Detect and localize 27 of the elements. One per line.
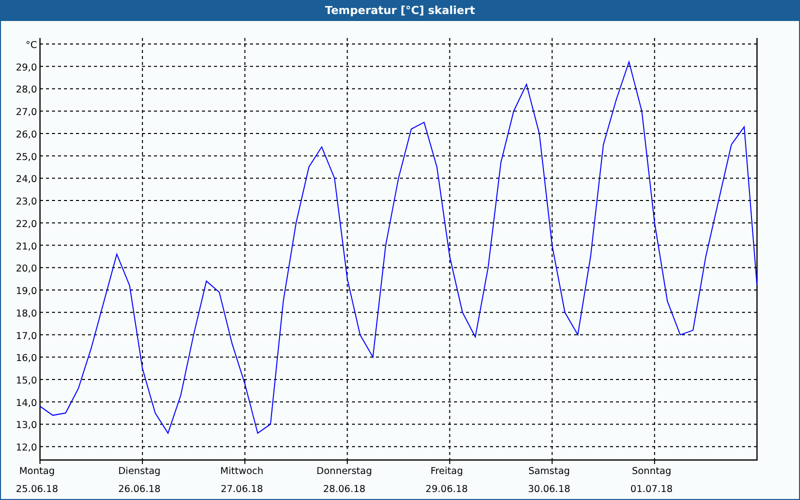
y-tick-label: 18,0 (16, 308, 37, 320)
x-tick-label: Samstag 30.06.18 (528, 466, 570, 495)
x-tick-label: Freitag 29.06.18 (426, 466, 468, 495)
y-tick-label: 17,0 (16, 330, 37, 342)
chart-title: Temperatur [°C] skaliert (325, 4, 475, 17)
x-tick-label: Montag 25.06.18 (16, 466, 58, 495)
y-tick-label: 25,0 (16, 152, 37, 163)
y-tick-label: 23,0 (16, 196, 37, 208)
y-tick-label: 13,0 (16, 420, 37, 432)
x-tick-label: Dienstag 26.06.18 (118, 466, 161, 495)
y-tick-label: 24,0 (16, 174, 37, 186)
y-tick-label: 26,0 (16, 129, 37, 140)
y-tick-label: 27,0 (16, 107, 37, 118)
y-tick-label: 14,0 (16, 398, 37, 409)
y-tick-label: 28,0 (16, 84, 37, 96)
y-tick-label: 16,0 (16, 353, 37, 364)
y-tick-label: 21,0 (16, 241, 37, 252)
y-axis-unit: °C (26, 40, 37, 51)
x-tick-label: Mittwoch 27.06.18 (220, 466, 264, 495)
y-tick-label: 12,0 (16, 442, 37, 454)
y-tick-label: 19,0 (16, 286, 37, 298)
x-tick-label: Sonntag 01.07.18 (630, 466, 673, 495)
y-tick-label: 29,0 (16, 62, 37, 74)
y-tick-label: 15,0 (16, 375, 37, 386)
x-tick-label: Donnerstag 28.06.18 (316, 466, 372, 495)
y-tick-label: 22,0 (16, 218, 37, 230)
y-tick-label: 20,0 (16, 264, 37, 275)
